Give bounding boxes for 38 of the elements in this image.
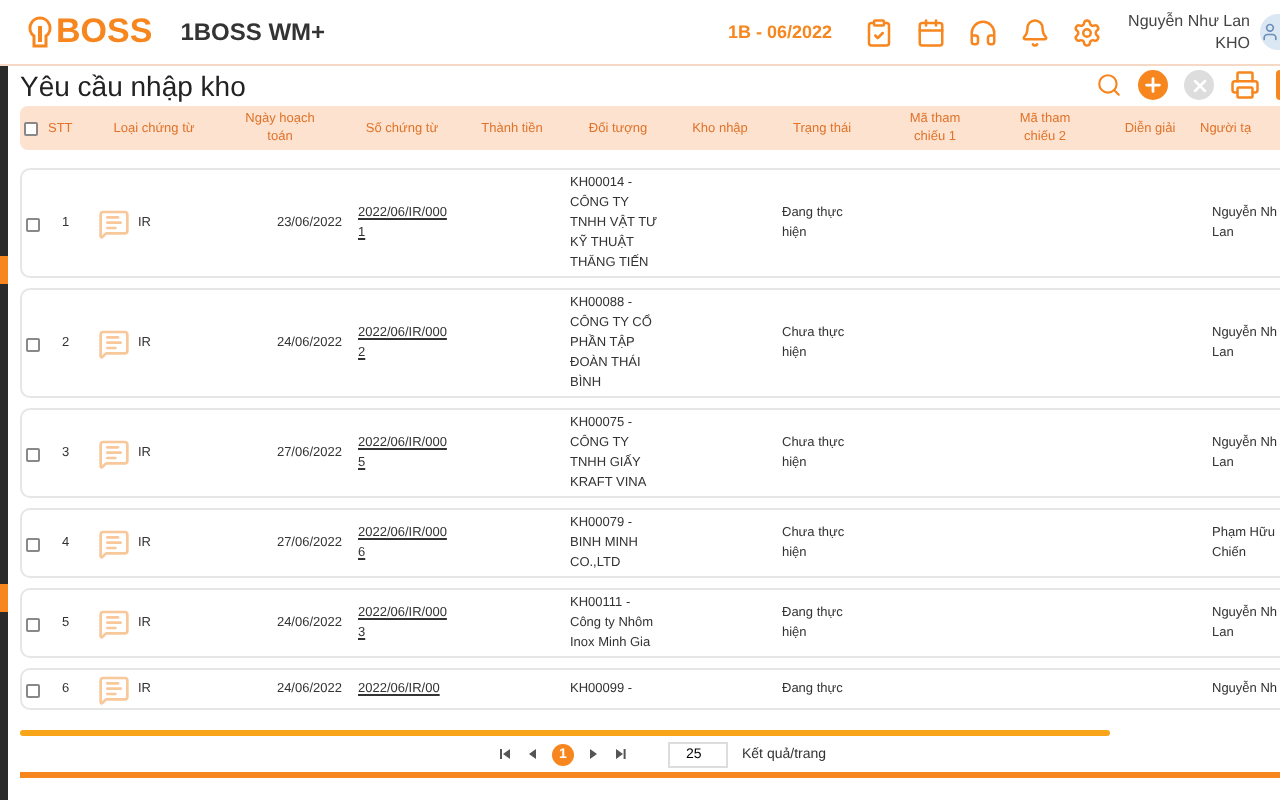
scrollbar-thumb[interactable] [20, 730, 1110, 736]
comment-icon[interactable] [98, 328, 130, 360]
row-checkbox[interactable] [26, 447, 40, 461]
page-title: Yêu cầu nhập kho [20, 69, 246, 101]
user-name: Nguyễn Như Lan [1128, 10, 1250, 32]
comment-icon[interactable] [98, 438, 130, 470]
next-icon [588, 748, 600, 760]
comment-icon[interactable] [98, 208, 130, 240]
bell-icon[interactable] [1020, 17, 1051, 47]
comment-icon[interactable] [98, 608, 130, 640]
user-role: KHO [1215, 32, 1250, 54]
headset-icon[interactable] [968, 17, 999, 47]
last-page-icon [614, 748, 626, 760]
row-checkbox[interactable] [26, 337, 40, 351]
close-icon [1189, 75, 1209, 95]
comment-icon[interactable] [98, 528, 130, 560]
comment-icon[interactable] [98, 674, 130, 706]
row-checkbox[interactable] [26, 617, 40, 631]
select-all-checkbox[interactable] [24, 121, 38, 135]
plus-icon [1142, 74, 1164, 96]
app-logo: BOSS [28, 12, 153, 52]
row-checkbox[interactable] [26, 537, 40, 551]
print-button[interactable] [1230, 70, 1260, 100]
calendar-icon[interactable] [916, 17, 947, 47]
clipboard-check-icon[interactable] [864, 17, 895, 47]
row-checkbox[interactable] [26, 217, 40, 231]
previous-page-button[interactable] [526, 748, 538, 760]
first-page-icon [500, 748, 512, 760]
app-name: 1BOSS WM+ [180, 18, 326, 46]
next-page-button[interactable] [588, 748, 600, 760]
search-button[interactable] [1096, 72, 1122, 98]
avatar-icon[interactable] [1260, 14, 1280, 50]
first-page-button[interactable] [500, 748, 512, 760]
previous-icon [526, 748, 538, 760]
settings-icon[interactable] [1072, 17, 1103, 47]
row-checkbox[interactable] [26, 683, 40, 697]
add-button[interactable] [1138, 70, 1168, 100]
last-page-button[interactable] [614, 748, 626, 760]
